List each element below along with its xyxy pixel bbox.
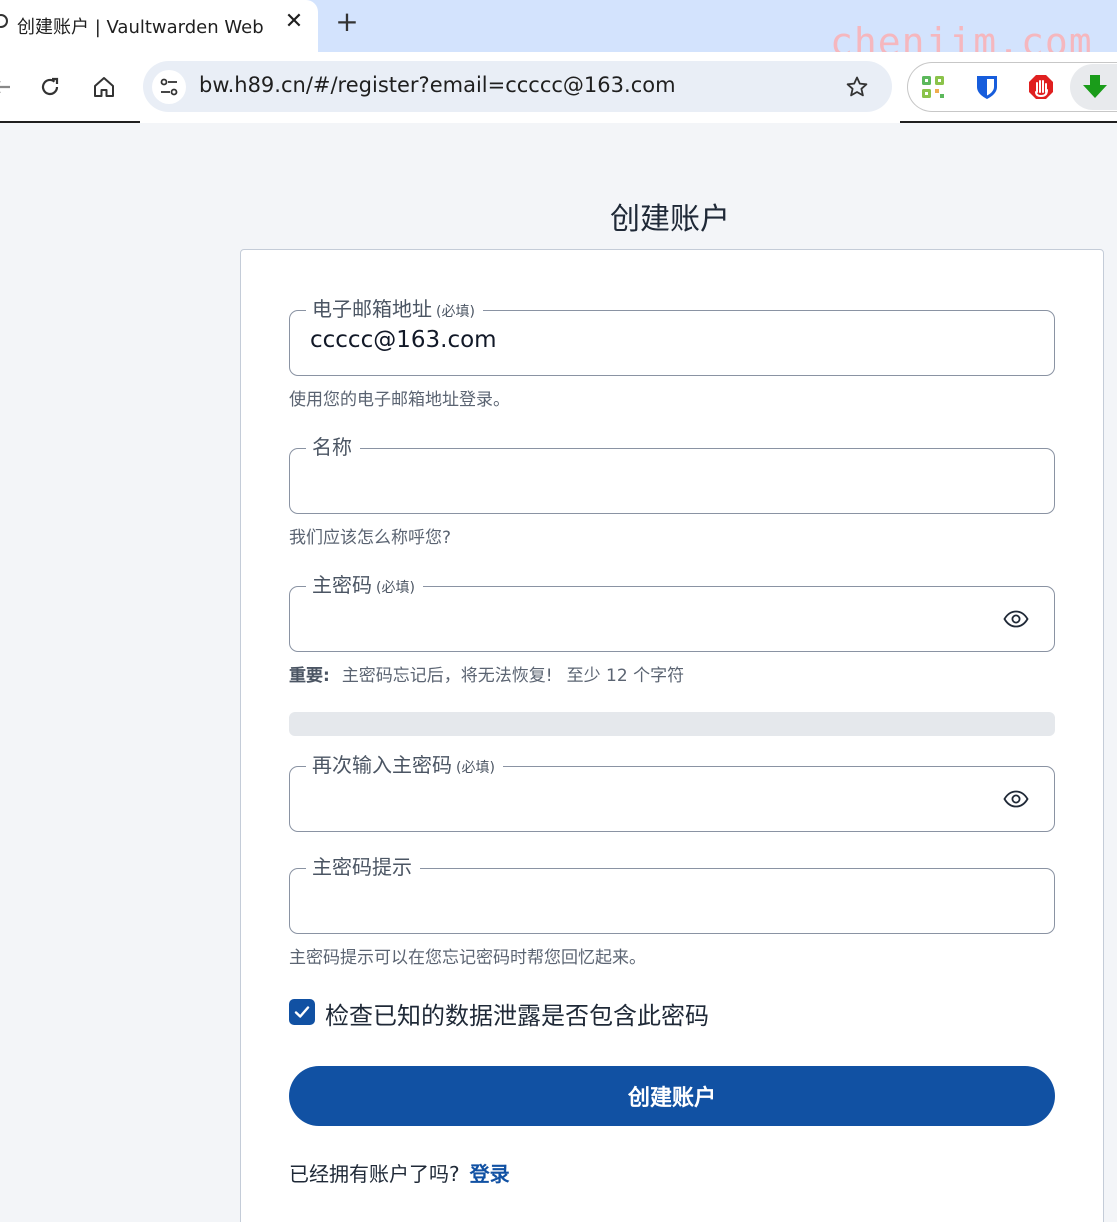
create-account-button[interactable]: 创建账户 <box>289 1066 1055 1126</box>
password-min-length: 至少 12 个字符 <box>566 666 685 686</box>
confirm-password-field[interactable]: 再次输入主密码 (必填) <box>289 751 1055 832</box>
confirm-password-label: 再次输入主密码 (必填) <box>306 751 503 779</box>
required-marker: (必填) <box>376 580 415 596</box>
name-field[interactable]: 名称 <box>289 433 1055 514</box>
bitwarden-extension[interactable] <box>972 72 1002 102</box>
password-hint-label: 主密码提示 <box>306 853 420 881</box>
url-text[interactable]: bw.h89.cn/#/register?email=ccccc@163.com <box>199 73 676 97</box>
toggle-confirm-visibility-button[interactable] <box>1002 788 1030 810</box>
name-hint: 我们应该怎么称呼您? <box>289 528 452 548</box>
download-extension-icon <box>1083 75 1107 98</box>
toggle-password-visibility-button[interactable] <box>1002 608 1030 630</box>
name-field-label: 名称 <box>306 433 360 461</box>
email-field[interactable]: 电子邮箱地址 (必填) <box>289 295 1055 376</box>
email-label-text: 电子邮箱地址 <box>312 297 432 321</box>
login-link[interactable]: 登录 <box>470 1162 510 1186</box>
eye-icon <box>1003 790 1029 808</box>
browser-tab[interactable]: 创建账户 | Vaultwarden Web ✕ <box>0 0 318 52</box>
toolbar-divider-gap <box>140 121 900 123</box>
bookmark-star-icon <box>846 76 868 97</box>
breach-check-checkbox[interactable] <box>289 999 315 1025</box>
back-button[interactable] <box>0 72 16 102</box>
password-unrecoverable-warning: 主密码忘记后，将无法恢复! <box>341 666 553 686</box>
breach-check-label[interactable]: 检查已知的数据泄露是否包含此密码 <box>325 996 709 1031</box>
site-settings-button[interactable] <box>152 70 186 104</box>
site-settings-icon <box>160 78 178 96</box>
reload-button[interactable] <box>35 72 65 102</box>
email-field-label: 电子邮箱地址 (必填) <box>306 295 483 323</box>
checkmark-icon <box>294 1006 310 1018</box>
download-extension[interactable] <box>1080 72 1110 102</box>
tab-favicon-icon <box>0 14 8 28</box>
required-marker: (必填) <box>456 760 495 776</box>
qr-code-extension[interactable] <box>918 72 948 102</box>
confirm-password-input[interactable] <box>310 783 990 809</box>
reload-icon <box>41 77 59 96</box>
password-strength-meter <box>289 712 1055 736</box>
page-title: 创建账户 <box>610 202 730 237</box>
password-hint-description: 主密码提示可以在您忘记密码时帮您回忆起来。 <box>289 948 646 968</box>
login-prompt-row: 已经拥有账户了吗? 登录 <box>289 1158 510 1187</box>
master-password-label: 主密码 (必填) <box>306 571 423 599</box>
password-hint-input[interactable] <box>310 885 990 911</box>
tab-close-icon[interactable]: ✕ <box>283 9 305 35</box>
confirm-password-label-text: 再次输入主密码 <box>312 753 452 777</box>
home-icon <box>94 77 114 97</box>
master-password-label-text: 主密码 <box>312 573 372 597</box>
required-marker: (必填) <box>436 304 475 320</box>
home-button[interactable] <box>89 72 119 102</box>
master-password-input[interactable] <box>310 603 990 629</box>
new-tab-button[interactable]: + <box>334 8 360 36</box>
master-password-field[interactable]: 主密码 (必填) <box>289 571 1055 652</box>
qr-code-extension-icon <box>922 76 944 98</box>
email-hint: 使用您的电子邮箱地址登录。 <box>289 390 510 410</box>
password-hint-field[interactable]: 主密码提示 <box>289 853 1055 934</box>
bitwarden-extension-icon <box>977 76 997 99</box>
back-arrow-icon <box>0 81 10 93</box>
adblock-extension[interactable] <box>1026 72 1056 102</box>
important-label: 重要: <box>289 666 330 686</box>
email-input[interactable] <box>310 327 990 353</box>
eye-icon <box>1003 610 1029 628</box>
tab-title: 创建账户 | Vaultwarden Web <box>17 17 264 38</box>
name-input[interactable] <box>310 465 990 491</box>
adblock-extension-icon <box>1029 75 1053 99</box>
bookmark-button[interactable] <box>843 73 871 101</box>
master-password-hint: 重要: 主密码忘记后，将无法恢复! 至少 12 个字符 <box>289 661 684 686</box>
login-prompt: 已经拥有账户了吗? <box>289 1162 460 1186</box>
